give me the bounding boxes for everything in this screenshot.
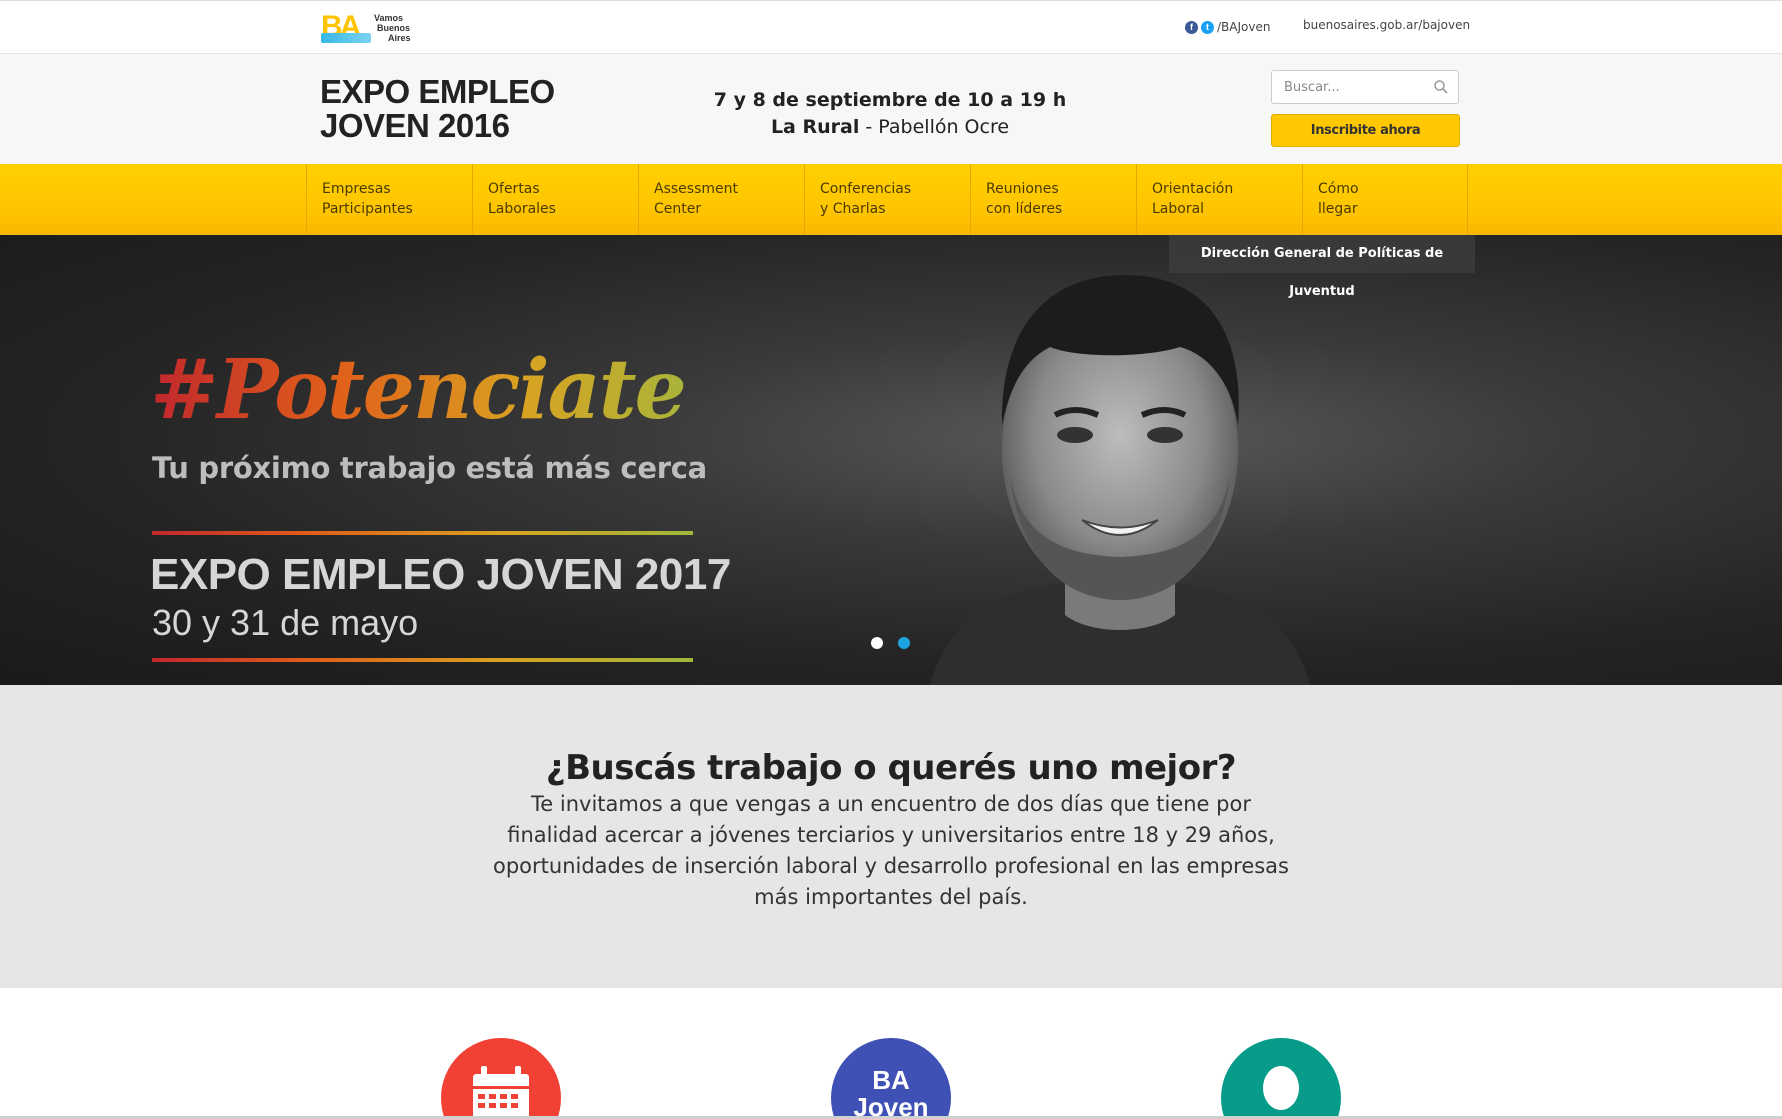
- calendar-feature[interactable]: [441, 1038, 561, 1119]
- search-input[interactable]: [1272, 71, 1456, 103]
- person-icon: [1263, 1066, 1299, 1119]
- hero-divider: [152, 531, 693, 535]
- ba-joven-line1: BA: [872, 1065, 910, 1095]
- slider-dot[interactable]: [871, 637, 883, 649]
- site-link[interactable]: buenosaires.gob.ar/bajoven: [1303, 18, 1470, 32]
- hero-hashtag: #Potenciate: [150, 342, 687, 438]
- vamos-buenos-aires-logo[interactable]: BA Vamos Buenos Aires: [321, 11, 421, 45]
- main-nav: Empresas Participantes Ofertas Laborales A…: [0, 164, 1782, 235]
- nav-item-assessment[interactable]: Assessment Center: [638, 164, 804, 235]
- event-title: EXPO EMPLEO JOVEN 2016: [320, 73, 555, 144]
- ba-joven-feature[interactable]: BA Joven: [831, 1038, 951, 1119]
- nav-item-conferencias[interactable]: Conferencias y Charlas: [804, 164, 970, 235]
- search-box: [1271, 70, 1459, 104]
- hero-tag: Dirección General de Políticas de Juvent…: [1169, 235, 1475, 299]
- intro-title: ¿Buscás trabajo o querés uno mejor?: [545, 748, 1237, 788]
- person-feature[interactable]: [1221, 1038, 1341, 1119]
- event-pavilion: - Pabellón Ocre: [859, 116, 1010, 138]
- nav-item-ofertas[interactable]: Ofertas Laborales: [472, 164, 638, 235]
- event-venue: La Rural: [770, 116, 860, 138]
- logo-words: Vamos Buenos Aires: [374, 13, 411, 43]
- hero-dates: 30 y 31 de mayo: [152, 602, 419, 643]
- nav-item-orientacion[interactable]: Orientación Laboral: [1136, 164, 1302, 235]
- hero-slider[interactable]: Dirección General de Políticas de Juvent…: [0, 235, 1782, 685]
- nav-item-empresas[interactable]: Empresas Participantes: [306, 164, 472, 235]
- ba-logo-mark: BA: [321, 11, 373, 43]
- event-date: 7 y 8 de septiembre de 10 a 19 h: [713, 89, 1067, 111]
- intro-section: ¿Buscás trabajo o querés uno mejor? Te i…: [0, 685, 1782, 988]
- social-links: f t /BAJoven: [1185, 18, 1270, 36]
- nav-item-reuniones[interactable]: Reuniones con líderes: [970, 164, 1136, 235]
- twitter-icon[interactable]: t: [1201, 20, 1214, 34]
- hero-subtitle: Tu próximo trabajo está más cerca: [152, 451, 707, 485]
- social-handle-link[interactable]: /BAJoven: [1217, 20, 1270, 34]
- intro-text: Te invitamos a que vengas a un encuentro…: [492, 792, 1289, 909]
- search-icon[interactable]: [1433, 79, 1449, 95]
- register-button[interactable]: Inscribite ahora: [1271, 114, 1460, 147]
- nav-item-como-llegar[interactable]: Cómo llegar: [1302, 164, 1468, 235]
- features-section: BA Joven: [0, 988, 1782, 1119]
- top-bar: [0, 0, 1782, 54]
- hero-expo-title: EXPO EMPLEO JOVEN 2017: [150, 550, 731, 599]
- event-place: La Rural - Pabellón Ocre: [660, 113, 1120, 141]
- facebook-icon[interactable]: f: [1185, 20, 1198, 34]
- calendar-icon: [473, 1066, 529, 1119]
- slider-dot-active[interactable]: [898, 637, 910, 649]
- hero-divider: [152, 658, 693, 662]
